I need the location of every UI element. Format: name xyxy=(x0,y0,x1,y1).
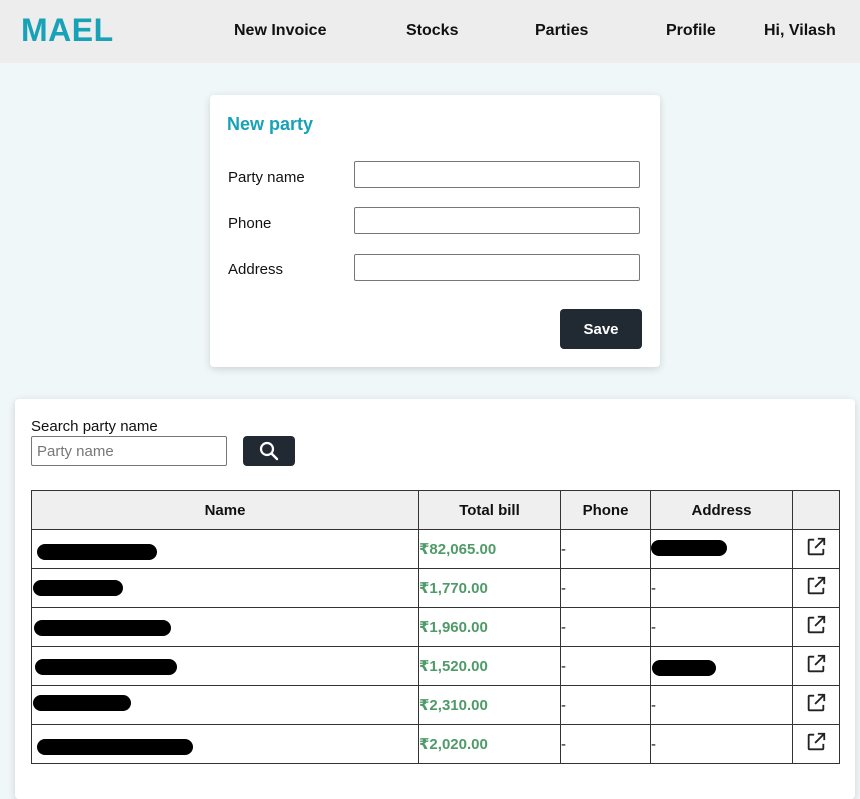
phone-input[interactable] xyxy=(354,207,640,234)
nav-profile[interactable]: Profile xyxy=(666,22,716,40)
table-row: ₹1,770.00 - - xyxy=(31,568,840,608)
total-bill-cell: ₹1,960.00 xyxy=(418,607,561,647)
party-name-cell[interactable] xyxy=(31,568,419,608)
address-label: Address xyxy=(228,261,284,278)
brand-logo[interactable]: MAEL xyxy=(21,12,114,49)
party-name-input[interactable] xyxy=(354,161,640,188)
party-list-card: Search party name Name Total bill Phone … xyxy=(15,399,855,799)
table-row: ₹1,960.00 - - xyxy=(31,607,840,647)
nav-new-invoice[interactable]: New Invoice xyxy=(234,22,326,40)
phone-label: Phone xyxy=(228,215,272,232)
party-name-cell[interactable] xyxy=(31,607,419,647)
redacted-name xyxy=(33,695,131,711)
search-icon xyxy=(259,441,279,461)
redacted-address xyxy=(651,540,727,556)
phone-cell: - xyxy=(560,685,651,725)
external-link-icon[interactable] xyxy=(805,731,827,753)
party-name-cell[interactable] xyxy=(31,685,419,725)
search-button[interactable] xyxy=(243,436,295,466)
search-input[interactable] xyxy=(31,436,227,466)
address-cell: - xyxy=(650,724,793,764)
address-cell: - xyxy=(650,607,793,647)
phone-cell: - xyxy=(560,529,651,569)
nav-parties[interactable]: Parties xyxy=(535,22,588,40)
phone-cell: - xyxy=(560,568,651,608)
header-name: Name xyxy=(31,490,419,530)
redacted-name xyxy=(37,544,157,560)
external-link-icon[interactable] xyxy=(805,536,827,558)
party-name-label: Party name xyxy=(228,169,305,186)
search-label: Search party name xyxy=(31,418,158,435)
party-name-cell[interactable] xyxy=(31,724,419,764)
open-party-cell[interactable] xyxy=(792,646,840,686)
redacted-name xyxy=(37,739,193,755)
open-party-cell[interactable] xyxy=(792,568,840,608)
address-cell: - xyxy=(650,685,793,725)
party-name-cell[interactable] xyxy=(31,646,419,686)
header-phone: Phone xyxy=(560,490,651,530)
phone-cell: - xyxy=(560,607,651,647)
navbar: MAEL New Invoice Stocks Parties Profile … xyxy=(0,0,860,63)
form-title: New party xyxy=(227,114,314,134)
user-greeting[interactable]: Hi, Vilash xyxy=(764,22,836,40)
header-actions xyxy=(792,490,840,530)
external-link-icon[interactable] xyxy=(805,614,827,636)
redacted-name xyxy=(35,659,177,675)
open-party-cell[interactable] xyxy=(792,607,840,647)
total-bill-cell: ₹82,065.00 xyxy=(418,529,561,569)
open-party-cell[interactable] xyxy=(792,724,840,764)
parties-table: Name Total bill Phone Address ₹82,065.00… xyxy=(31,490,840,764)
table-row: ₹2,310.00 - - xyxy=(31,685,840,725)
table-row: ₹82,065.00 - xyxy=(31,529,840,569)
redacted-name xyxy=(33,580,123,596)
open-party-cell[interactable] xyxy=(792,529,840,569)
total-bill-cell: ₹1,770.00 xyxy=(418,568,561,608)
external-link-icon[interactable] xyxy=(805,692,827,714)
total-bill-cell: ₹1,520.00 xyxy=(418,646,561,686)
redacted-address xyxy=(652,660,716,676)
table-header-row: Name Total bill Phone Address xyxy=(31,490,840,530)
open-party-cell[interactable] xyxy=(792,685,840,725)
total-bill-cell: ₹2,310.00 xyxy=(418,685,561,725)
address-input[interactable] xyxy=(354,254,640,281)
nav-stocks[interactable]: Stocks xyxy=(406,22,458,40)
party-name-cell[interactable] xyxy=(31,529,419,569)
phone-cell: - xyxy=(560,724,651,764)
redacted-name xyxy=(34,620,171,636)
external-link-icon[interactable] xyxy=(805,653,827,675)
address-cell: - xyxy=(650,568,793,608)
total-bill-cell: ₹2,020.00 xyxy=(418,724,561,764)
new-party-card: New party Party name Phone Address Save xyxy=(210,95,660,367)
table-row: ₹2,020.00 - - xyxy=(31,724,840,764)
save-button[interactable]: Save xyxy=(560,309,642,349)
header-total-bill: Total bill xyxy=(418,490,561,530)
header-address: Address xyxy=(650,490,793,530)
phone-cell: - xyxy=(560,646,651,686)
external-link-icon[interactable] xyxy=(805,575,827,597)
address-cell xyxy=(650,646,793,686)
address-cell xyxy=(650,529,793,569)
table-row: ₹1,520.00 - xyxy=(31,646,840,686)
